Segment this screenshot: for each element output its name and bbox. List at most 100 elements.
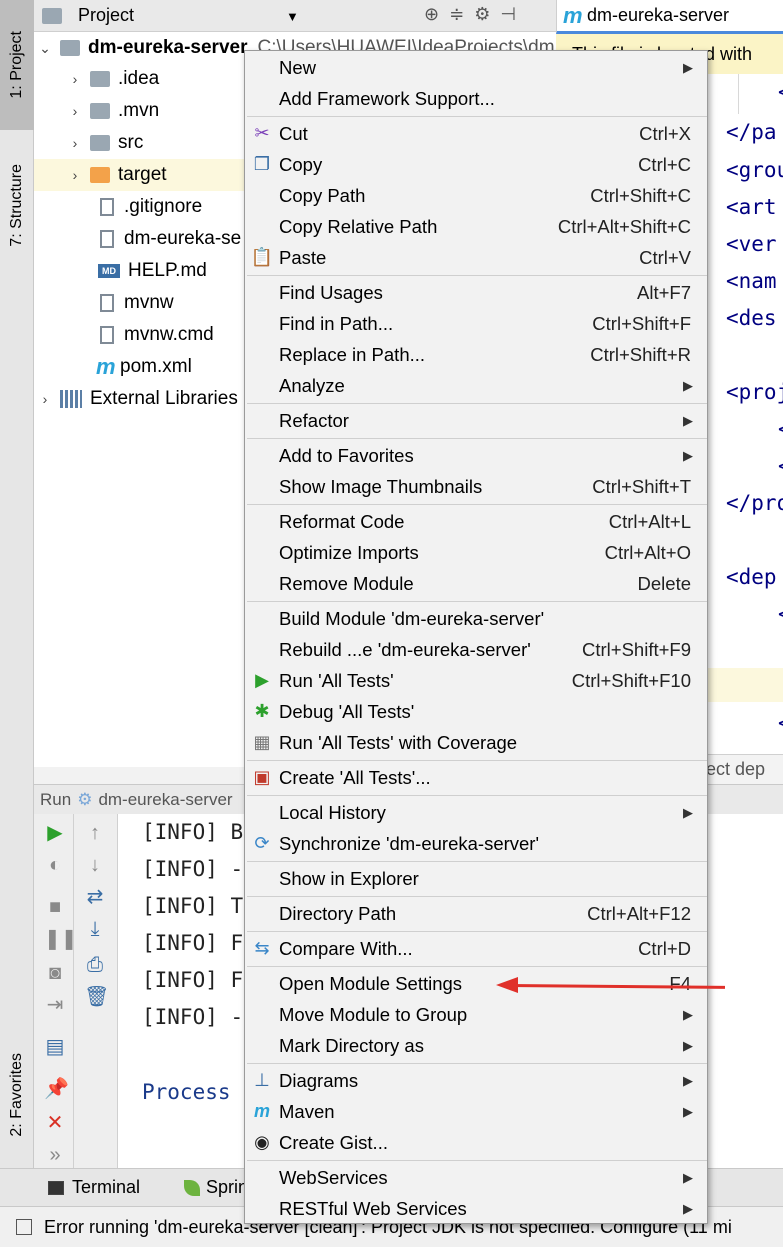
camera-icon[interactable]: ◙ (44, 962, 66, 984)
menu-item-find-in-path[interactable]: Find in Path... Ctrl+Shift+F (245, 308, 707, 339)
locate-icon[interactable]: ⊕ (424, 4, 439, 25)
chevron-right-icon[interactable]: › (68, 135, 82, 151)
menu-item-copy-path[interactable]: Copy Path Ctrl+Shift+C (245, 180, 707, 211)
menu-item-synchronize[interactable]: ⟳ Synchronize 'dm-eureka-server' (245, 828, 707, 859)
tree-item-external-libraries[interactable]: › External Libraries (38, 383, 238, 415)
project-header-toolbar: ⊕ ≑ ⚙ ⊣ (424, 4, 516, 25)
arrow-up-icon[interactable]: ↑ (84, 822, 106, 844)
stop-icon[interactable]: ■ (44, 896, 66, 918)
dropdown-caret-icon[interactable]: ▼ (286, 9, 299, 24)
tree-item-src[interactable]: › src (68, 127, 144, 159)
arrow-down-icon[interactable]: ↓ (84, 854, 106, 876)
submenu-arrow-icon: ▶ (683, 1072, 693, 1088)
tab-structure[interactable]: 7: Structure (0, 140, 34, 270)
collapse-all-icon[interactable]: ≑ (449, 4, 464, 25)
tree-item-label: pom.xml (120, 356, 192, 377)
menu-item-reformat-code[interactable]: Reformat Code Ctrl+Alt+L (245, 506, 707, 537)
menu-item-debug-all-tests[interactable]: ✱ Debug 'All Tests' (245, 696, 707, 727)
menu-item-find-usages[interactable]: Find Usages Alt+F7 (245, 277, 707, 308)
menu-item-mark-directory-as[interactable]: Mark Directory as ▶ (245, 1030, 707, 1061)
layout-icon[interactable]: ▤ (44, 1036, 66, 1058)
menu-item-remove-module[interactable]: Remove Module Delete (245, 568, 707, 599)
tab-project[interactable]: 1: Project (0, 0, 34, 130)
menu-item-move-module-to-group[interactable]: Move Module to Group ▶ (245, 999, 707, 1030)
tree-item-help-md[interactable]: MD HELP.md (90, 255, 207, 287)
tree-item-iml[interactable]: dm-eureka-se (90, 223, 241, 255)
tree-item-mvn[interactable]: › .mvn (68, 95, 160, 127)
menu-separator (247, 275, 707, 276)
menu-item-refactor[interactable]: Refactor ▶ (245, 405, 707, 436)
menu-item-replace-in-path[interactable]: Replace in Path... Ctrl+Shift+R (245, 339, 707, 370)
menu-item-label: RESTful Web Services (279, 1197, 467, 1219)
pin-icon[interactable]: 📌 (44, 1078, 69, 1100)
code-line: <nam (726, 269, 777, 293)
compare-icon: ⇆ (254, 938, 270, 958)
menu-item-build-module[interactable]: Build Module 'dm-eureka-server' (245, 603, 707, 634)
editor-tab[interactable]: m dm-eureka-server (556, 0, 783, 34)
menu-item-open-module-settings[interactable]: Open Module Settings F4 (245, 968, 707, 999)
soft-wrap-icon[interactable]: ⇄ (84, 886, 106, 908)
chevron-right-icon[interactable]: › (38, 391, 52, 407)
menu-item-new[interactable]: New ▶ (245, 52, 707, 83)
pause-icon[interactable]: ❚❚ (44, 928, 78, 950)
menu-item-add-framework-support[interactable]: Add Framework Support... (245, 83, 707, 114)
more-icon[interactable]: » (44, 1144, 66, 1166)
menu-item-copy[interactable]: ❐ Copy Ctrl+C (245, 149, 707, 180)
tree-item-pom[interactable]: m pom.xml (90, 351, 192, 383)
menu-item-create-gist[interactable]: ◉ Create Gist... (245, 1127, 707, 1158)
menu-item-copy-relative-path[interactable]: Copy Relative Path Ctrl+Alt+Shift+C (245, 211, 707, 242)
chevron-right-icon[interactable]: › (68, 71, 82, 87)
menu-item-restful-web-services[interactable]: RESTful Web Services ▶ (245, 1193, 707, 1224)
annotation-arrow-head (496, 977, 518, 993)
menu-item-label: Mark Directory as (279, 1034, 424, 1056)
menu-item-shortcut: F4 (669, 972, 691, 994)
print-icon[interactable]: ⎙ (84, 954, 106, 976)
tree-item-idea[interactable]: › .idea (68, 63, 160, 95)
menu-item-show-image-thumbnails[interactable]: Show Image Thumbnails Ctrl+Shift+T (245, 471, 707, 502)
scroll-to-end-icon[interactable]: ⤓ (84, 918, 106, 940)
tool-windows-icon[interactable] (16, 1219, 32, 1235)
menu-separator (247, 760, 707, 761)
menu-separator (247, 403, 707, 404)
chevron-right-icon[interactable]: › (68, 103, 82, 119)
rerun-failed-icon[interactable]: ◐ (44, 854, 66, 876)
tab-favorites[interactable]: 2: Favorites (0, 1030, 34, 1160)
menu-item-create-all-tests[interactable]: ▣ Create 'All Tests'... (245, 762, 707, 793)
chevron-right-icon[interactable]: › (68, 167, 82, 183)
hide-panel-icon[interactable]: ⊣ (500, 4, 516, 25)
menu-item-diagrams[interactable]: ⊥ Diagrams ▶ (245, 1065, 707, 1096)
test-config-icon: ▣ (253, 767, 271, 787)
menu-item-run-all-tests[interactable]: ▶ Run 'All Tests' Ctrl+Shift+F10 (245, 665, 707, 696)
exit-icon[interactable]: ⇥ (44, 994, 66, 1016)
close-icon[interactable]: ✕ (44, 1112, 66, 1134)
run-panel-title: Run (40, 789, 72, 809)
menu-item-run-with-coverage[interactable]: ▦ Run 'All Tests' with Coverage (245, 727, 707, 758)
menu-item-directory-path[interactable]: Directory Path Ctrl+Alt+F12 (245, 898, 707, 929)
menu-separator (247, 504, 707, 505)
menu-item-webservices[interactable]: WebServices ▶ (245, 1162, 707, 1193)
run-config-name[interactable]: dm-eureka-server (98, 790, 232, 810)
menu-item-compare-with[interactable]: ⇆ Compare With... Ctrl+D (245, 933, 707, 964)
tab-terminal[interactable]: Terminal (48, 1177, 140, 1198)
menu-item-cut[interactable]: ✂ Cut Ctrl+X (245, 118, 707, 149)
console-line: [INFO] F (142, 968, 244, 992)
project-panel-title[interactable]: Project (78, 5, 134, 26)
rerun-icon[interactable]: ▶ (44, 822, 66, 844)
menu-item-label: Refactor (279, 409, 349, 431)
text-file-icon (100, 198, 114, 216)
menu-item-analyze[interactable]: Analyze ▶ (245, 370, 707, 401)
menu-item-rebuild-module[interactable]: Rebuild ...e 'dm-eureka-server' Ctrl+Shi… (245, 634, 707, 665)
menu-item-paste[interactable]: 📋 Paste Ctrl+V (245, 242, 707, 273)
tree-item-gitignore[interactable]: .gitignore (90, 191, 202, 223)
menu-item-add-to-favorites[interactable]: Add to Favorites ▶ (245, 440, 707, 471)
tree-item-mvnw[interactable]: mvnw (90, 287, 174, 319)
trash-icon[interactable]: 🗑 (84, 986, 109, 1008)
gear-icon[interactable]: ⚙ (474, 4, 490, 25)
chevron-down-icon[interactable]: ⌄ (38, 40, 52, 57)
menu-item-local-history[interactable]: Local History ▶ (245, 797, 707, 828)
menu-item-maven[interactable]: m Maven ▶ (245, 1096, 707, 1127)
tree-item-mvnw-cmd[interactable]: mvnw.cmd (90, 319, 214, 351)
github-icon: ◉ (254, 1132, 270, 1152)
menu-item-optimize-imports[interactable]: Optimize Imports Ctrl+Alt+O (245, 537, 707, 568)
menu-item-show-in-explorer[interactable]: Show in Explorer (245, 863, 707, 894)
